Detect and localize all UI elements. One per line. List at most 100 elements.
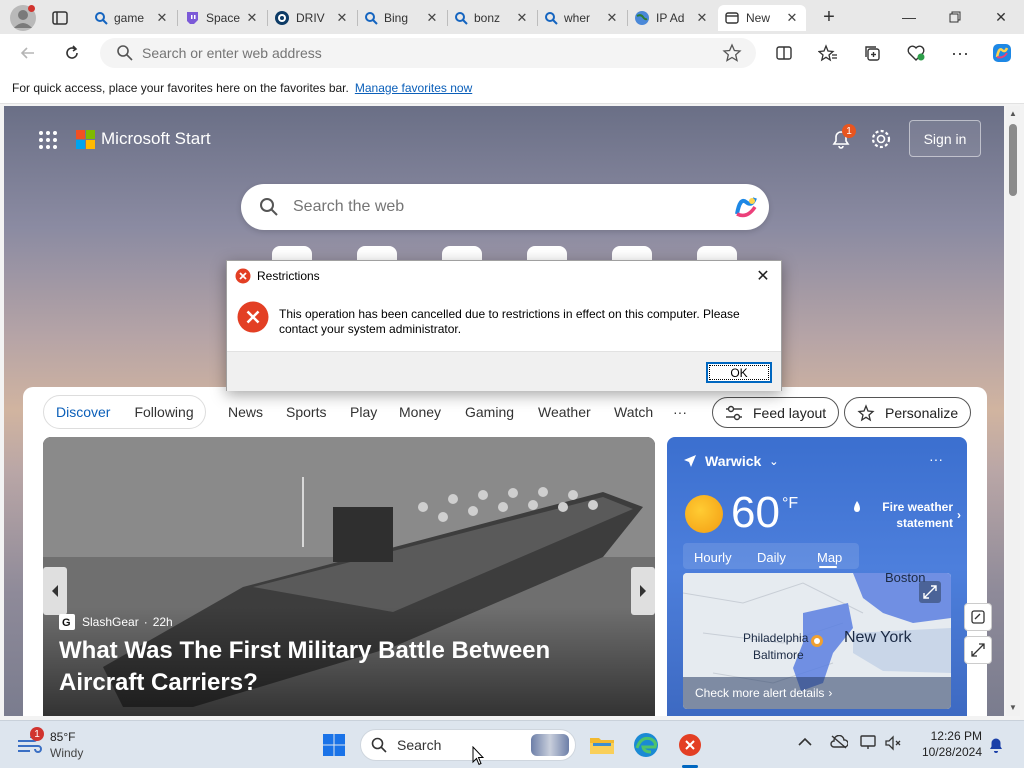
split-screen-button[interactable]	[768, 38, 800, 68]
tab-4[interactable]: bonz ✕	[448, 5, 536, 31]
scroll-up-icon[interactable]: ▲	[1009, 109, 1017, 118]
favorites-button[interactable]	[812, 38, 844, 68]
alert-details-link[interactable]: Check more alert details ›	[683, 677, 951, 709]
close-tab-icon[interactable]: ✕	[334, 10, 350, 26]
close-tab-icon[interactable]: ✕	[424, 10, 440, 26]
scroll-down-icon[interactable]: ▼	[1009, 703, 1017, 712]
collections-button[interactable]	[856, 38, 888, 68]
page-scrollbar[interactable]: ▲ ▼	[1006, 106, 1020, 716]
tab-daily[interactable]: Daily	[757, 550, 786, 565]
nav-money[interactable]: Money	[399, 404, 441, 420]
tab-3[interactable]: Bing ✕	[358, 5, 446, 31]
address-input[interactable]	[142, 45, 682, 61]
nav-gaming[interactable]: Gaming	[465, 404, 514, 420]
profile-alert-dot	[28, 5, 35, 12]
manage-favorites-link[interactable]: Manage favorites now	[355, 81, 472, 95]
nav-weather[interactable]: Weather	[538, 404, 591, 420]
feed-layout-button[interactable]: Feed layout	[712, 397, 840, 428]
page-settings-button[interactable]	[870, 128, 892, 150]
tray-volume[interactable]	[884, 735, 902, 751]
article-headline[interactable]: What Was The First Military Battle Betwe…	[59, 635, 639, 699]
tab-1[interactable]: Space ✕	[178, 5, 266, 31]
close-tab-icon[interactable]: ✕	[154, 10, 170, 26]
tab-6[interactable]: IP Ad ✕	[628, 5, 716, 31]
article-source: G SlashGear · 22h	[59, 614, 173, 630]
notification-center-button[interactable]	[988, 736, 1004, 754]
close-icon: ✕	[995, 8, 1007, 25]
taskbar-error-app[interactable]	[674, 729, 706, 761]
weather-alert-link[interactable]: Fire weather statement ›	[851, 499, 961, 531]
taskbar-search[interactable]: Search	[360, 729, 576, 761]
nav-more[interactable]: ···	[673, 404, 687, 420]
dialog-close-button[interactable]: ✕	[751, 265, 775, 287]
taskbar-file-explorer[interactable]	[586, 729, 618, 761]
hero-prev-button[interactable]	[43, 567, 67, 615]
svg-text:G: G	[62, 617, 71, 629]
refresh-button[interactable]	[56, 38, 88, 68]
nav-watch[interactable]: Watch	[614, 404, 653, 420]
clock-date: 10/28/2024	[921, 745, 982, 759]
msn-brand[interactable]: Microsoft Start	[76, 129, 211, 149]
tray-network[interactable]	[860, 735, 878, 751]
back-button[interactable]	[12, 38, 44, 68]
tab-7[interactable]: New ✕	[718, 5, 806, 31]
tab-5[interactable]: wher ✕	[538, 5, 626, 31]
profile-avatar[interactable]	[10, 5, 36, 31]
tab-2[interactable]: DRIV ✕	[268, 5, 356, 31]
close-tab-icon[interactable]: ✕	[514, 10, 530, 26]
favorite-star-icon[interactable]	[722, 43, 742, 63]
weather-more-button[interactable]: ···	[929, 451, 943, 467]
active-tab-indicator	[819, 566, 837, 568]
close-window-button[interactable]: ✕	[978, 0, 1024, 34]
nav-play[interactable]: Play	[350, 404, 377, 420]
feedback-button[interactable]	[964, 603, 992, 631]
taskbar-clock[interactable]: 12:26 PM 10/28/2024	[910, 728, 982, 760]
minimize-button[interactable]: —	[886, 0, 932, 34]
tab-discover[interactable]: Discover	[56, 404, 110, 420]
new-tab-button[interactable]: +	[816, 6, 842, 28]
sun-icon	[685, 495, 723, 533]
settings-more-button[interactable]: ···	[944, 38, 976, 68]
chevron-right-icon	[640, 585, 646, 597]
nav-sports[interactable]: Sports	[286, 404, 326, 420]
scroll-thumb[interactable]	[1009, 124, 1017, 196]
copilot-button[interactable]	[986, 38, 1018, 68]
fullscreen-button[interactable]	[964, 636, 992, 664]
expand-map-button[interactable]	[919, 581, 941, 603]
weather-card[interactable]: Warwick ⌄ ··· 60 °F Fire weather stateme…	[667, 437, 967, 716]
tab-actions-button[interactable]	[50, 8, 70, 28]
close-tab-icon[interactable]: ✕	[604, 10, 620, 26]
copilot-icon[interactable]	[731, 192, 761, 222]
notifications-button[interactable]: 1	[830, 124, 856, 152]
toolbar: ···	[0, 34, 1024, 72]
start-button[interactable]	[318, 729, 350, 761]
ok-button[interactable]: OK	[706, 362, 772, 383]
close-tab-icon[interactable]: ✕	[784, 10, 800, 26]
tab-hourly[interactable]: Hourly	[694, 550, 732, 565]
web-search-box[interactable]	[241, 184, 769, 230]
sparkle-star-icon	[857, 403, 875, 421]
browser-essentials-button[interactable]	[900, 38, 932, 68]
taskbar-edge[interactable]	[630, 729, 662, 761]
tab-0[interactable]: game ✕	[88, 5, 176, 31]
personalize-button[interactable]: Personalize	[844, 397, 972, 428]
close-tab-icon[interactable]: ✕	[694, 10, 710, 26]
web-search-input[interactable]	[293, 198, 713, 216]
nav-news[interactable]: News	[228, 404, 263, 420]
sliders-icon	[726, 405, 742, 420]
address-bar[interactable]	[100, 38, 756, 68]
hero-article-card[interactable]: G SlashGear · 22h What Was The First Mil…	[43, 437, 655, 716]
tab-map[interactable]: Map	[817, 550, 842, 565]
restore-button[interactable]	[932, 0, 978, 34]
close-tab-icon[interactable]: ✕	[244, 10, 260, 26]
app-launcher-button[interactable]	[38, 130, 58, 150]
weather-widget[interactable]: 1 85°F Windy	[16, 727, 96, 763]
tray-cloud-off[interactable]	[830, 735, 848, 749]
tab-following[interactable]: Following	[134, 404, 193, 420]
weather-alert-map[interactable]: Boston New York Philadelphia Baltimore C…	[683, 573, 951, 709]
more-icon: ···	[951, 42, 969, 63]
show-hidden-icons-button[interactable]	[798, 737, 812, 747]
sign-in-button[interactable]: Sign in	[909, 120, 981, 157]
weather-location[interactable]: Warwick ⌄	[683, 453, 779, 469]
hero-next-button[interactable]	[631, 567, 655, 615]
